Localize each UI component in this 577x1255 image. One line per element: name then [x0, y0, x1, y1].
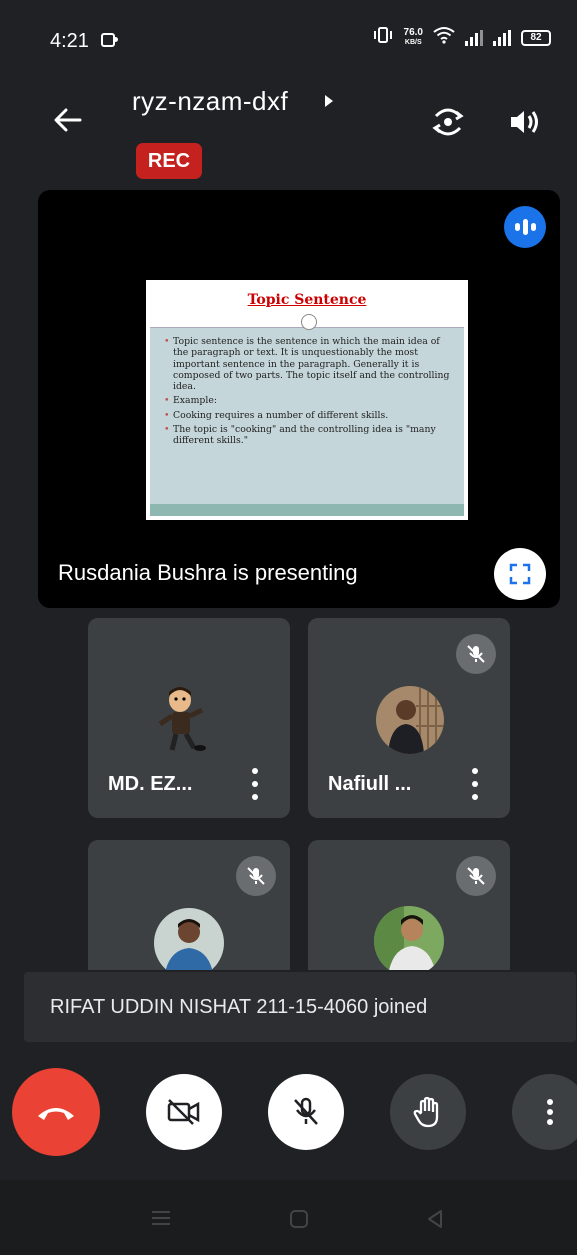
participant-tile[interactable]: MD. EZ... [88, 618, 290, 818]
vibrate-icon [372, 26, 394, 49]
mic-off-icon [456, 634, 496, 674]
presentation-slide: Topic Sentence Topic sentence is the sen… [146, 280, 468, 520]
system-nav-bar [0, 1180, 577, 1255]
signal-icon-2 [493, 29, 511, 46]
slide-body: Topic sentence is the sentence in which … [150, 328, 464, 447]
call-controls [0, 1068, 577, 1168]
slide-bullet: The topic is "cooking" and the controlli… [164, 424, 452, 447]
chevron-right-icon[interactable] [322, 92, 336, 110]
slide-title: Topic Sentence [247, 292, 367, 308]
screen-record-icon [101, 33, 118, 47]
participant-name: MD. EZ... [108, 773, 193, 795]
fullscreen-icon [509, 563, 531, 585]
more-vert-icon[interactable] [250, 768, 260, 800]
call-end-icon [38, 1108, 74, 1120]
participant-tile[interactable] [88, 840, 290, 970]
battery-icon: 82 [521, 29, 551, 46]
raise-hand-button[interactable] [390, 1074, 466, 1150]
back-arrow-icon[interactable] [50, 102, 86, 138]
status-icons: 76.0 KB/S 82 [372, 26, 551, 49]
join-notification: RIFAT UDDIN NISHAT 211-15-4060 joined [24, 972, 576, 1042]
camera-toggle-button[interactable] [146, 1074, 222, 1150]
slide-bullet: Example: [164, 395, 452, 407]
switch-camera-icon[interactable] [428, 102, 468, 142]
participant-tile[interactable]: Nafiull ... [308, 618, 510, 818]
fullscreen-button[interactable] [494, 548, 546, 600]
net-speed: 76.0 KB/S [403, 26, 423, 48]
raise-hand-icon [413, 1096, 439, 1128]
mic-toggle-button[interactable] [268, 1074, 344, 1150]
avatar [154, 908, 224, 970]
participant-tile[interactable] [308, 840, 510, 970]
speaker-icon[interactable] [506, 104, 542, 140]
slide-cursor-circle [301, 314, 317, 330]
mic-off-icon [294, 1097, 318, 1125]
recording-badge: REC [136, 143, 202, 179]
wifi-icon [433, 26, 455, 49]
avatar [154, 684, 214, 754]
status-bar: 4:21 76.0 KB/S 82 [0, 0, 577, 80]
recents-nav-icon[interactable] [150, 1208, 172, 1233]
net-speed-value: 76.0 [403, 26, 423, 38]
net-speed-unit: KB/S [404, 38, 422, 46]
status-time: 4:21 [50, 30, 89, 52]
join-notification-text: RIFAT UDDIN NISHAT 211-15-4060 joined [50, 996, 428, 1018]
avatar [374, 906, 444, 970]
slide-bullet: Cooking requires a number of different s… [164, 410, 452, 422]
presentation-view[interactable]: Topic Sentence Topic sentence is the sen… [38, 190, 560, 608]
avatar [376, 686, 444, 754]
more-vert-icon [547, 1099, 553, 1125]
meeting-code[interactable]: ryz-nzam-dxf [132, 86, 288, 117]
camera-off-icon [167, 1099, 200, 1125]
speaking-indicator-icon [504, 206, 546, 248]
back-nav-icon[interactable] [424, 1208, 446, 1235]
mic-off-icon [236, 856, 276, 896]
signal-icon [465, 29, 483, 46]
participant-name: Nafiull ... [328, 773, 412, 795]
presenter-label: Rusdania Bushra is presenting [58, 560, 358, 585]
mic-off-icon [456, 856, 496, 896]
slide-footer-bar [150, 504, 464, 516]
more-options-button[interactable] [512, 1074, 577, 1150]
home-nav-icon[interactable] [288, 1208, 310, 1235]
slide-bullet: Topic sentence is the sentence in which … [164, 336, 452, 392]
end-call-button[interactable] [12, 1068, 100, 1156]
more-vert-icon[interactable] [470, 768, 480, 800]
